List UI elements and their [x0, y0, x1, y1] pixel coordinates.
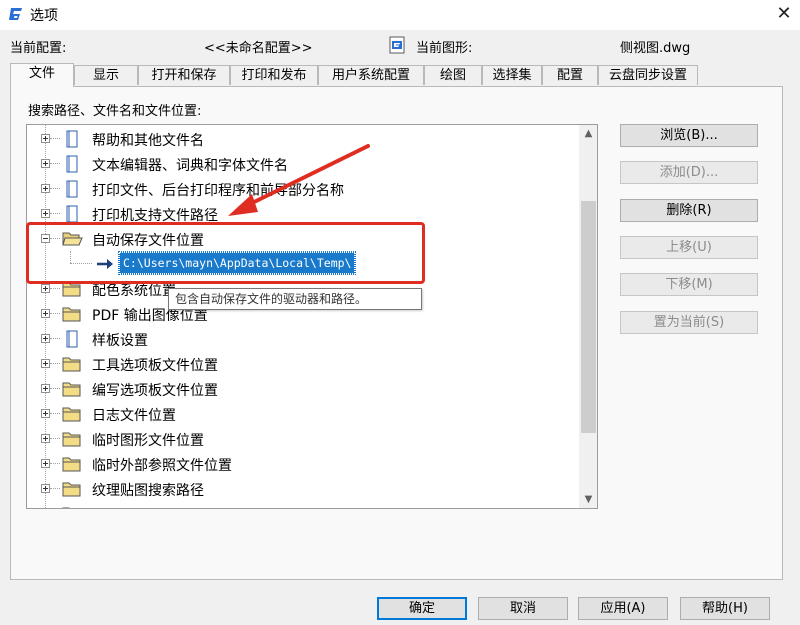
expand-icon[interactable] — [41, 134, 50, 143]
expand-icon[interactable] — [41, 359, 50, 368]
tab-user-preferences[interactable]: 用户系统配置 — [318, 65, 424, 85]
expand-icon[interactable] — [41, 309, 50, 318]
move-up-button[interactable]: 上移(U) — [620, 236, 758, 259]
tree-node-label: 纹理贴图搜索路径 — [92, 483, 204, 499]
tree-node-label: 工具选项板文件位置 — [92, 358, 218, 374]
tab-selection[interactable]: 选择集 — [482, 65, 542, 85]
tab-drafting[interactable]: 绘图 — [424, 65, 482, 85]
tree-node[interactable]: 打印机支持文件路径 — [27, 202, 587, 226]
folder-icon — [62, 282, 81, 297]
folder-icon — [62, 457, 81, 472]
tree-node-label: 临时图形文件位置 — [92, 433, 204, 449]
tree-node[interactable]: 工具选项板文件位置 — [27, 352, 587, 376]
help-button[interactable]: 帮助(H) — [680, 597, 770, 620]
ok-button[interactable]: 确定 — [377, 597, 467, 620]
document-icon — [66, 130, 78, 148]
tree-node[interactable]: 临时外部参照文件位置 — [27, 452, 587, 476]
expand-icon[interactable] — [41, 159, 50, 168]
document-icon — [66, 330, 78, 348]
current-profile-value: <<未命名配置>> — [204, 41, 313, 56]
expand-icon[interactable] — [41, 384, 50, 393]
browse-button[interactable]: 浏览(B)... — [620, 124, 758, 147]
expand-icon[interactable] — [41, 209, 50, 218]
current-drawing-label: 当前图形: — [416, 41, 473, 56]
tree-scrollbar[interactable]: ▲ ▼ — [579, 125, 597, 508]
tree-node-label: 帮助和其他文件名 — [92, 133, 204, 149]
folder-icon — [62, 407, 81, 422]
scroll-down-icon[interactable]: ▼ — [579, 491, 597, 508]
tab-profiles[interactable]: 配置 — [542, 65, 598, 85]
tab-display[interactable]: 显示 — [74, 65, 138, 85]
tree-child-guide — [70, 263, 92, 264]
tab-open-save[interactable]: 打开和保存 — [138, 65, 230, 85]
autosave-path-value[interactable]: C:\Users\mayn\AppData\Local\Temp\ — [117, 251, 357, 275]
tree-node[interactable] — [27, 502, 587, 508]
search-paths-label: 搜索路径、文件名和文件位置: — [28, 104, 202, 119]
tree-node-label: 打印机支持文件路径 — [92, 208, 218, 224]
folder-icon — [62, 307, 81, 322]
tree-node[interactable]: 样板设置 — [27, 327, 587, 351]
move-down-button[interactable]: 下移(M) — [620, 273, 758, 296]
tree-node-label: 自动保存文件位置 — [92, 233, 204, 249]
delete-button[interactable]: 删除(R) — [620, 199, 758, 222]
folder-icon — [62, 382, 81, 397]
tree-node[interactable]: 纹理贴图搜索路径 — [27, 477, 587, 501]
collapse-icon[interactable] — [41, 234, 50, 243]
tree-node[interactable]: 临时图形文件位置 — [27, 427, 587, 451]
file-locations-tree[interactable]: 帮助和其他文件名 文本编辑器、词典和字体文件名 打印文件、后台打印程序和前导部分… — [26, 124, 598, 509]
tree-node-label: 文本编辑器、词典和字体文件名 — [92, 158, 288, 174]
window-title: 选项 — [30, 8, 58, 24]
folder-icon — [62, 507, 70, 508]
close-button[interactable]: ✕ — [768, 0, 800, 30]
scrollbar-thumb[interactable] — [581, 201, 596, 433]
tree-node-label: 日志文件位置 — [92, 408, 176, 424]
document-icon — [66, 180, 78, 198]
tab-files[interactable]: 文件 — [10, 63, 74, 87]
apply-button[interactable]: 应用(A) — [578, 597, 668, 620]
tree-node[interactable]: 日志文件位置 — [27, 402, 587, 426]
folder-icon — [62, 482, 81, 497]
tree-node-label: 编写选项板文件位置 — [92, 383, 218, 399]
expand-icon[interactable] — [41, 184, 50, 193]
tree-node-label: 打印文件、后台打印程序和前导部分名称 — [92, 183, 344, 199]
expand-icon[interactable] — [41, 459, 50, 468]
drawing-file-icon — [389, 36, 405, 54]
title-bar: 选项 ✕ — [0, 0, 800, 30]
document-icon — [66, 155, 78, 173]
cancel-button[interactable]: 取消 — [478, 597, 568, 620]
folder-icon — [62, 432, 81, 447]
tree-node[interactable]: 文本编辑器、词典和字体文件名 — [27, 152, 587, 176]
app-logo-icon — [9, 8, 22, 20]
document-icon — [66, 205, 78, 223]
tree-node[interactable]: 打印文件、后台打印程序和前导部分名称 — [27, 177, 587, 201]
path-arrow-icon — [97, 259, 113, 269]
tree-node-label: 样板设置 — [92, 333, 148, 349]
tree-node[interactable]: 编写选项板文件位置 — [27, 377, 587, 401]
tab-cloud-sync[interactable]: 云盘同步设置 — [598, 65, 698, 85]
tree-node[interactable]: 帮助和其他文件名 — [27, 127, 587, 151]
folder-icon — [62, 357, 81, 372]
expand-icon[interactable] — [41, 409, 50, 418]
set-current-button[interactable]: 置为当前(S) — [620, 311, 758, 334]
tree-node-label: 临时外部参照文件位置 — [92, 458, 232, 474]
expand-icon[interactable] — [41, 334, 50, 343]
expand-icon[interactable] — [41, 434, 50, 443]
current-drawing-value: 侧视图.dwg — [620, 41, 691, 56]
folder-open-icon — [62, 232, 83, 246]
add-button[interactable]: 添加(D)... — [620, 161, 758, 184]
expand-icon[interactable] — [41, 484, 50, 493]
scroll-up-icon[interactable]: ▲ — [579, 125, 597, 142]
tree-node-autosave[interactable]: 自动保存文件位置 — [27, 227, 587, 251]
path-tooltip: 包含自动保存文件的驱动器和路径。 — [168, 288, 422, 310]
expand-icon[interactable] — [41, 284, 50, 293]
tab-plot-publish[interactable]: 打印和发布 — [230, 65, 318, 85]
tree-node-label: 配色系统位置 — [92, 283, 176, 299]
tree-child-guide — [70, 251, 71, 263]
current-profile-label: 当前配置: — [10, 41, 67, 56]
